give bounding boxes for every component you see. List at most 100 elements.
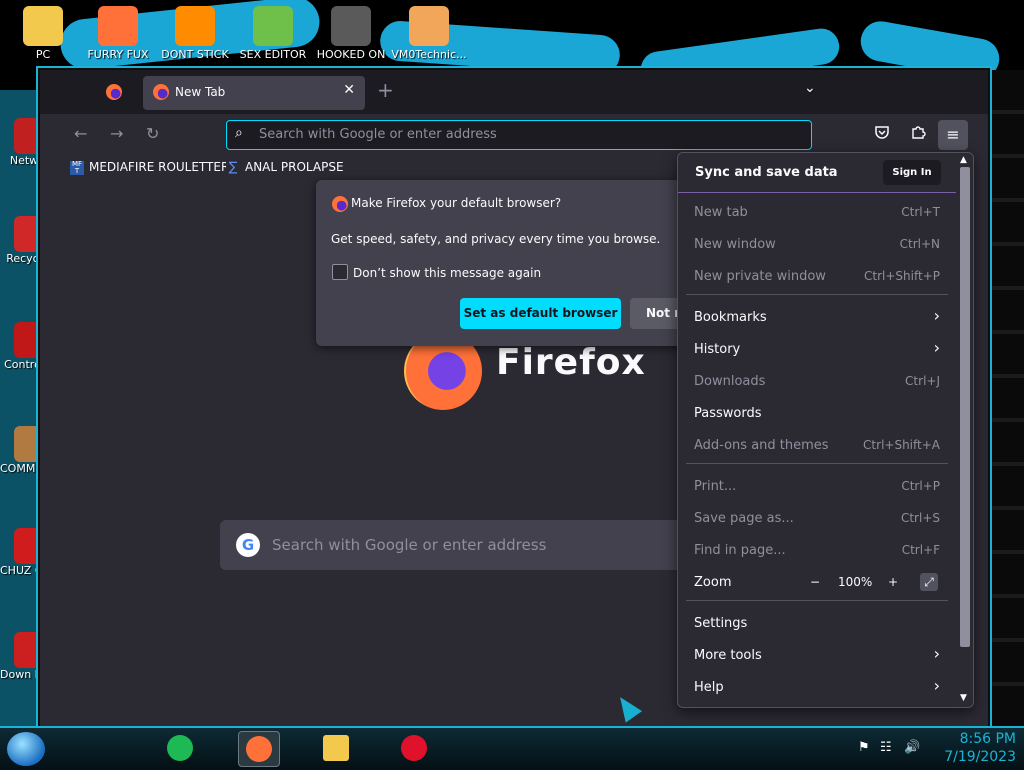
bookmark-mediafire[interactable]: MF T MEDIAFIRE ROULETTER	[70, 160, 229, 175]
menu-item-shortcut: Ctrl+T	[901, 205, 940, 219]
scroll-down-icon[interactable]: ▼	[960, 693, 967, 703]
menu-separator	[686, 600, 948, 601]
menu-item-help[interactable]: Help ›	[678, 672, 956, 702]
dont-show-checkbox[interactable]	[332, 264, 348, 280]
menu-item-more-tools[interactable]: More tools ›	[678, 640, 956, 670]
menu-item-label: Zoom	[694, 575, 732, 590]
pocket-icon[interactable]	[874, 124, 890, 144]
scroll-up-icon[interactable]: ▲	[960, 155, 967, 165]
shortcut-label: SEX EDITOR	[239, 48, 307, 61]
menu-item-save-page-as[interactable]: Save page as... Ctrl+S	[678, 503, 956, 533]
menu-item-label: New window	[694, 237, 776, 252]
shortcut-icon	[331, 6, 371, 46]
desktop-shortcut[interactable]: VM0Technic...	[390, 6, 468, 61]
menu-item-label: Downloads	[694, 374, 766, 389]
chevron-right-icon: ›	[933, 338, 940, 357]
extensions-icon[interactable]	[910, 124, 926, 144]
menu-item-zoom[interactable]: Zoom − 100% + ⤢	[678, 567, 956, 597]
desktop-shortcut[interactable]: PC	[4, 6, 82, 61]
menu-item-label: Save page as...	[694, 511, 794, 526]
tab-new-tab[interactable]: New Tab ✕	[143, 76, 365, 110]
menu-item-label: More tools	[694, 648, 762, 663]
taskbar-firefox-button[interactable]	[238, 731, 280, 767]
menu-item-shortcut: Ctrl+J	[905, 374, 940, 388]
reload-button[interactable]: ↻	[146, 124, 159, 143]
menu-item-bookmarks[interactable]: Bookmarks ›	[678, 302, 956, 332]
tab-bar: New Tab ✕ + ⌄	[40, 70, 988, 114]
chevron-right-icon: ›	[933, 676, 940, 695]
scroll-thumb[interactable]	[960, 167, 970, 647]
start-button[interactable]	[7, 732, 45, 766]
zoom-in-button[interactable]: +	[888, 575, 898, 589]
menu-item-find-in-page[interactable]: Find in page... Ctrl+F	[678, 535, 956, 565]
desktop-shortcut[interactable]: FURRY FUX	[79, 6, 157, 61]
menu-scrollbar[interactable]: ▲ ▼	[957, 153, 973, 707]
firefox-view-button[interactable]	[102, 80, 126, 104]
default-browser-prompt: Make Firefox your default browser? Get s…	[316, 180, 696, 346]
menu-item-label: Settings	[694, 616, 748, 631]
fullscreen-icon[interactable]: ⤢	[920, 573, 938, 591]
new-tab-button[interactable]: +	[377, 78, 394, 102]
menu-item-print[interactable]: Print... Ctrl+P	[678, 471, 956, 501]
menu-item-passwords[interactable]: Passwords	[678, 398, 956, 428]
shortcut-icon	[409, 6, 449, 46]
zoom-controls: − 100% + ⤢	[810, 573, 940, 593]
menu-item-label: Bookmarks	[694, 310, 767, 325]
desktop-shortcut[interactable]: DONT STICK	[156, 6, 234, 61]
menu-item-downloads[interactable]: Downloads Ctrl+J	[678, 366, 956, 396]
firefox-icon	[332, 196, 348, 212]
volume-icon[interactable]: 🔊	[904, 740, 920, 755]
opera-icon	[401, 735, 427, 761]
menu-item-settings[interactable]: Settings	[678, 608, 956, 638]
menu-item-new-window[interactable]: New window Ctrl+N	[678, 229, 956, 259]
app-menu-panel: Sync and save data Sign In New tab Ctrl+T…	[677, 152, 974, 708]
url-bar[interactable]: ⌕ Search with Google or enter address	[226, 120, 812, 150]
taskbar-explorer-button[interactable]	[316, 731, 356, 765]
sign-in-button[interactable]: Sign In	[883, 160, 941, 185]
app-menu-button[interactable]: ≡	[938, 120, 968, 150]
taskbar-opera-button[interactable]	[394, 731, 434, 765]
right-decoration	[988, 70, 1024, 730]
dont-show-label[interactable]: Don’t show this message again	[353, 266, 541, 280]
menu-item-history[interactable]: History ›	[678, 334, 956, 364]
forward-button[interactable]: →	[110, 124, 123, 143]
sync-header: Sync and save data Sign In	[678, 153, 956, 193]
menu-item-label: Print...	[694, 479, 737, 494]
flag-icon[interactable]: ⚑	[858, 740, 870, 755]
shortcut-icon	[253, 6, 293, 46]
shortcut-label: DONT STICK	[161, 48, 229, 61]
chevron-right-icon: ›	[933, 644, 940, 663]
prompt-body: Get speed, safety, and privacy every tim…	[331, 232, 661, 246]
menu-item-label: New private window	[694, 269, 826, 284]
taskbar-spotify-button[interactable]	[160, 731, 200, 765]
clock[interactable]: 8:56 PM 7/19/2023	[936, 730, 1016, 766]
network-icon[interactable]: ☷	[880, 740, 892, 755]
firefox-icon	[246, 736, 272, 762]
zoom-out-button[interactable]: −	[810, 575, 820, 589]
menu-item-add-ons-and-themes[interactable]: Add-ons and themes Ctrl+Shift+A	[678, 430, 956, 460]
menu-item-new-tab[interactable]: New tab Ctrl+T	[678, 197, 956, 227]
menu-separator	[686, 463, 948, 464]
bookmark-second[interactable]: ∑ ANAL PROLAPSE	[226, 160, 344, 175]
nav-bar: ← → ↻ ⌕ Search with Google or enter addr…	[40, 114, 988, 156]
menu-item-new-private-window[interactable]: New private window Ctrl+Shift+P	[678, 261, 956, 291]
prompt-title: Make Firefox your default browser?	[351, 196, 562, 210]
menu-item-label: Help	[694, 680, 724, 695]
bookmark-label: MEDIAFIRE ROULETTER	[89, 160, 230, 174]
zoom-level[interactable]: 100%	[838, 575, 872, 589]
firefox-name: Firefox	[496, 342, 646, 383]
menu-item-label: Passwords	[694, 406, 762, 421]
bookmark-label: ANAL PROLAPSE	[245, 160, 344, 174]
desktop-shortcut[interactable]: SEX EDITOR	[234, 6, 312, 61]
menu-separator	[686, 294, 948, 295]
set-default-button[interactable]: Set as default browser	[460, 298, 621, 329]
list-all-tabs-button[interactable]: ⌄	[804, 80, 816, 96]
close-tab-icon[interactable]: ✕	[343, 82, 355, 98]
back-button[interactable]: ←	[74, 124, 87, 143]
shortcut-label: HOOKED ON	[316, 48, 386, 61]
clock-time: 8:56 PM	[959, 731, 1016, 747]
bookmark-favicon: MF T	[70, 159, 84, 175]
desktop-shortcut[interactable]: HOOKED ON	[312, 6, 390, 61]
tab-title: New Tab	[175, 85, 226, 99]
chevron-right-icon: ›	[933, 306, 940, 325]
